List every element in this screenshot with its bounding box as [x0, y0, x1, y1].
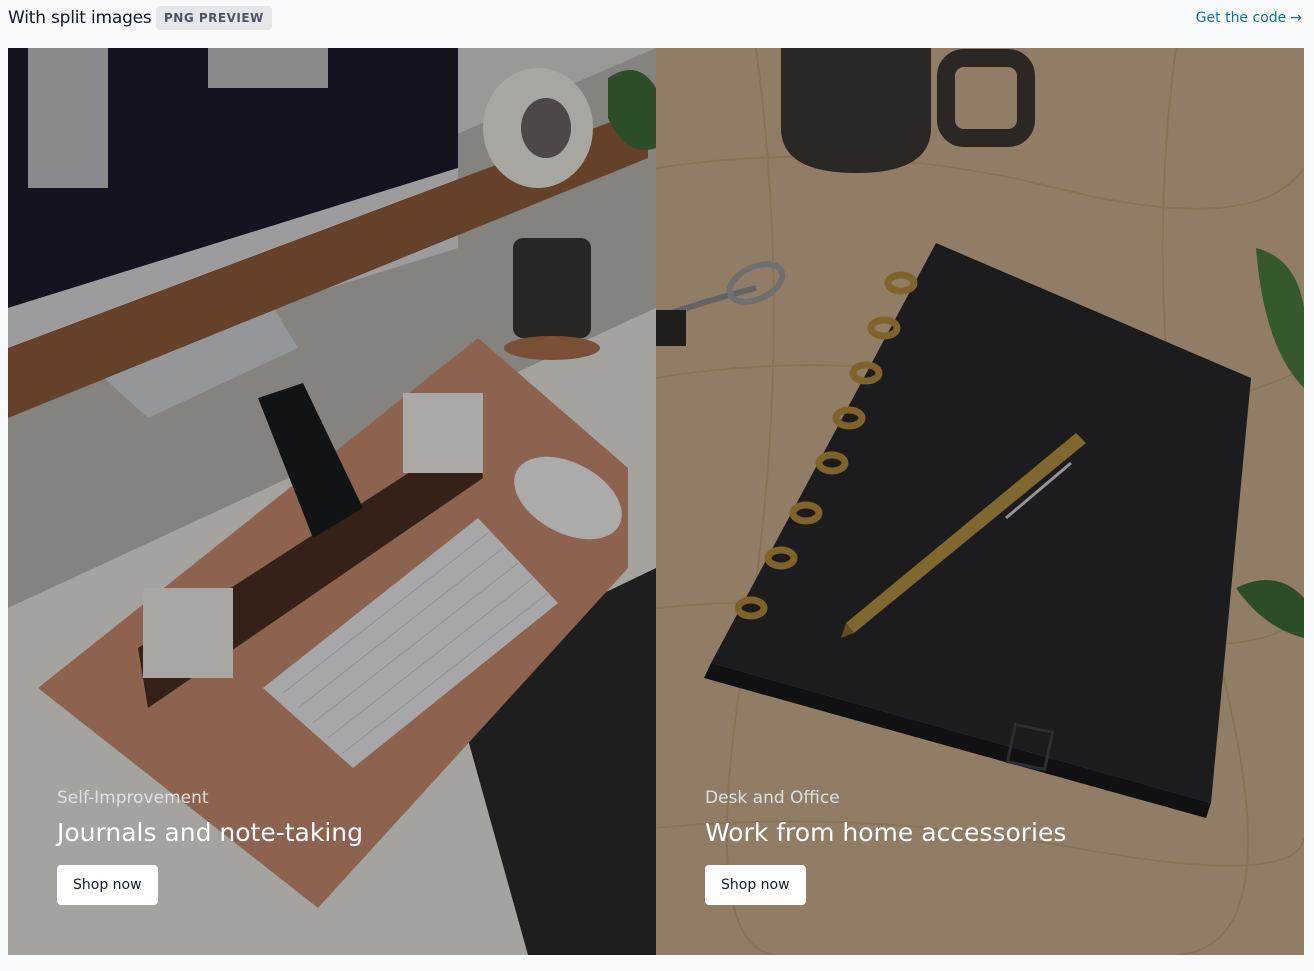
category-panel-right[interactable]: Desk and Office Work from home accessori… [656, 48, 1304, 955]
panel-eyebrow: Self-Improvement [57, 788, 209, 808]
get-code-label: Get the code [1195, 10, 1287, 26]
preview-header: With split images PNG PREVIEW Get the co… [0, 0, 1314, 40]
panel-caption: Desk and Office Work from home accessori… [705, 788, 1066, 905]
panel-headline: Work from home accessories [705, 818, 1067, 847]
arrow-right-icon: → [1290, 10, 1302, 26]
shop-now-button[interactable]: Shop now [705, 865, 806, 905]
panel-eyebrow: Desk and Office [705, 788, 840, 808]
panel-headline: Journals and note-taking [57, 818, 364, 847]
section-title: With split images [8, 8, 152, 28]
get-code-link[interactable]: Get the code → [1196, 10, 1302, 26]
png-preview-badge: PNG PREVIEW [156, 6, 272, 30]
panel-caption: Self-Improvement Journals and note-takin… [57, 788, 363, 905]
shop-now-button[interactable]: Shop now [57, 865, 158, 905]
category-panel-left[interactable]: Self-Improvement Journals and note-takin… [8, 48, 656, 955]
split-images-section: Self-Improvement Journals and note-takin… [8, 48, 1304, 955]
